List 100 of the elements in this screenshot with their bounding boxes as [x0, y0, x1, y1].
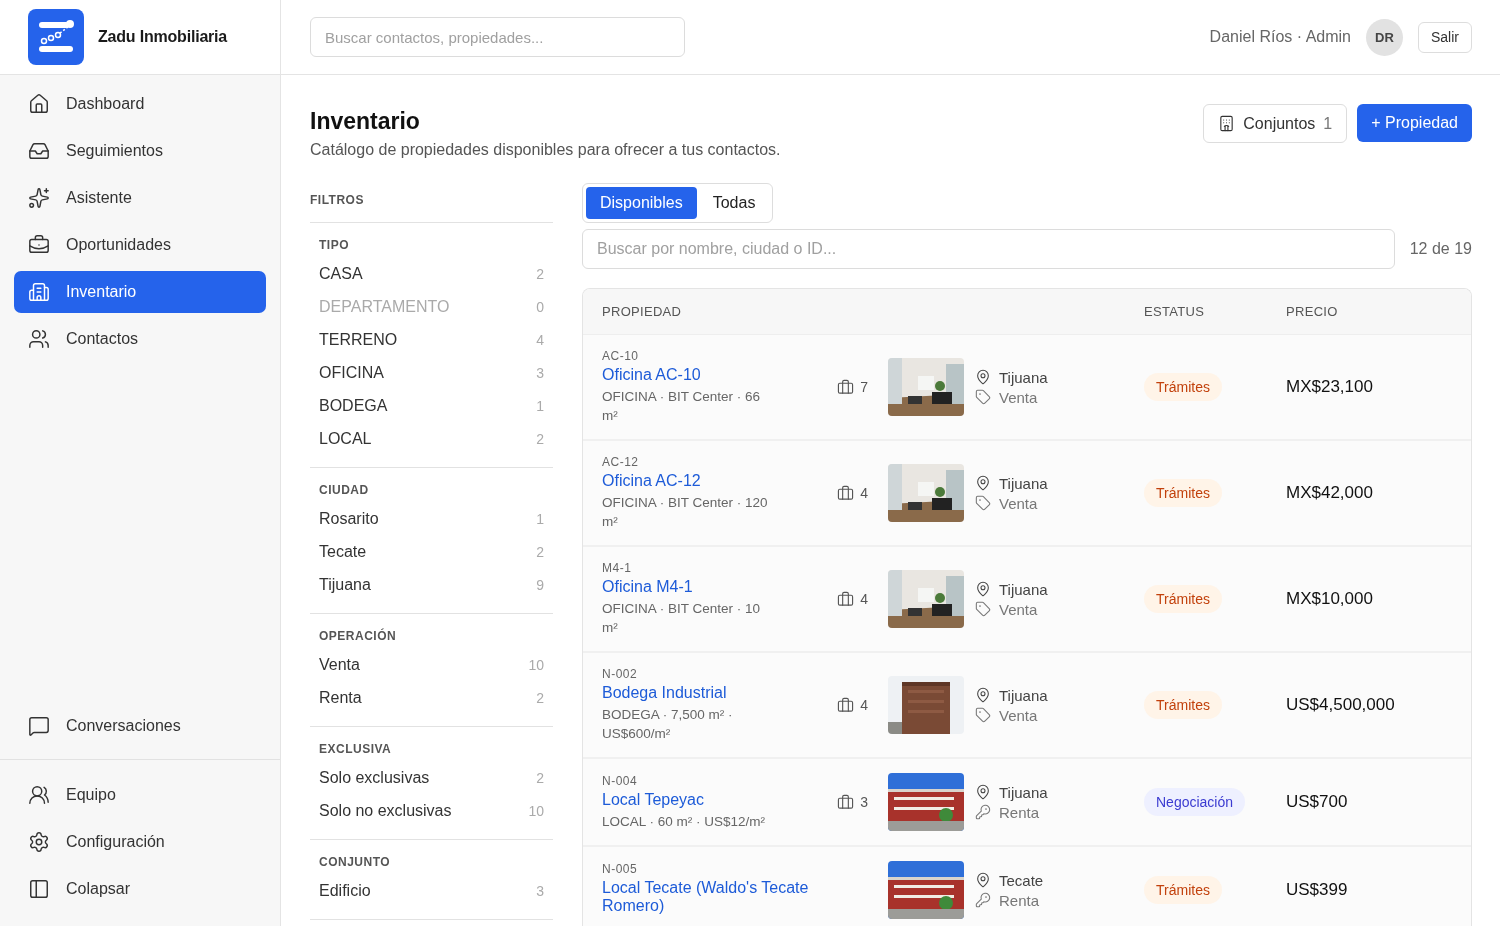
property-id: AC-12: [602, 455, 640, 469]
filter-option[interactable]: Rosarito: [319, 509, 379, 528]
property-meta: OFICINA · BIT Center · 120 m²: [602, 494, 769, 531]
map-pin-icon: [975, 475, 991, 491]
filter-option[interactable]: TERRENO: [319, 330, 398, 349]
add-property-button[interactable]: + Propiedad: [1357, 104, 1472, 142]
property-link[interactable]: Oficina AC-12: [602, 472, 830, 490]
property-link[interactable]: Local Tepeyac: [602, 790, 830, 809]
city: Tijuana: [999, 580, 1048, 598]
building-icon: [28, 281, 50, 303]
column-header: PRECIO: [1286, 304, 1339, 319]
price: US$700: [1286, 792, 1349, 812]
filter-option[interactable]: Renta: [319, 688, 362, 707]
filter-count: 3: [536, 364, 544, 381]
filter-count: 2: [536, 689, 544, 706]
chat-icon: [28, 715, 50, 737]
operation: Renta: [999, 803, 1040, 821]
logo-icon: [28, 9, 84, 65]
opportunity-count: 3: [860, 794, 868, 810]
panel-icon: [28, 878, 50, 900]
opportunity-count: 7: [860, 379, 868, 395]
table-search-field[interactable]: Buscar por nombre, ciudad o ID...: [582, 229, 1395, 269]
property-meta: LOCAL · 60 m² · US$12/m²: [602, 812, 767, 831]
logout-button[interactable]: Salir: [1418, 21, 1472, 53]
page-subtitle: Catálogo de propiedades disponibles para ofrecer a tus contactos.: [310, 141, 781, 159]
filter-count: 2: [536, 769, 544, 786]
property-id: N-002: [602, 667, 639, 681]
nav-item[interactable]: Colapsar: [14, 868, 266, 910]
property-link[interactable]: Local Tecate (Waldo's Tecate Romero): [602, 879, 868, 915]
property-id: N-004: [602, 773, 639, 788]
filters-title: FILTROS: [310, 183, 553, 223]
filter-count: 2: [536, 265, 544, 282]
filter-count: 2: [536, 543, 544, 560]
briefcase-icon: [837, 590, 855, 608]
filter-option[interactable]: Solo exclusivas: [319, 768, 430, 787]
price: MX$42,000: [1286, 483, 1374, 503]
column-header: ESTATUS: [1144, 304, 1206, 319]
sets-button[interactable]: Conjuntos 1: [1203, 104, 1348, 143]
filter-option[interactable]: BODEGA: [319, 396, 388, 415]
nav-item[interactable]: Conversaciones: [14, 705, 266, 747]
operation: Venta: [999, 600, 1038, 618]
operation: Venta: [999, 388, 1038, 406]
property-link[interactable]: Bodega Industrial: [602, 684, 830, 702]
filter-group-title: OPERACIÓN: [319, 629, 398, 643]
filter-option[interactable]: OFICINA: [319, 363, 384, 382]
nav-item[interactable]: Seguimientos: [14, 130, 266, 172]
avatar[interactable]: DR: [1366, 18, 1403, 56]
price: US$399: [1286, 880, 1349, 900]
nav-item[interactable]: Contactos: [14, 318, 266, 360]
filter-option[interactable]: Edificio: [319, 881, 371, 900]
settings-icon: [28, 831, 50, 853]
opportunity-count: 4: [860, 485, 868, 501]
filter-option[interactable]: LOCAL: [319, 429, 372, 448]
nav-item[interactable]: Asistente: [14, 177, 266, 219]
price: MX$23,100: [1286, 377, 1374, 397]
filter-count: 4: [536, 331, 544, 348]
status-badge: Trámites: [1144, 691, 1222, 719]
users-icon: [28, 328, 50, 350]
filter-count: 10: [528, 802, 544, 819]
status-badge: Trámites: [1144, 479, 1222, 507]
city: Tijuana: [999, 368, 1048, 386]
nav-item[interactable]: Equipo: [14, 774, 266, 816]
property-link[interactable]: Oficina M4-1: [602, 578, 830, 596]
tab[interactable]: Todas: [698, 187, 770, 219]
property-id: M4-1: [602, 561, 633, 575]
filter-count: 9: [536, 576, 544, 593]
property-meta: OFICINA · BIT Center · 10 m²: [602, 600, 762, 637]
opportunity-count: 4: [860, 697, 868, 713]
nav-item[interactable]: Dashboard: [14, 83, 266, 125]
filter-option[interactable]: Tijuana: [319, 575, 371, 594]
brand-name: Zadu Inmobiliaria: [98, 28, 228, 46]
user-name: Daniel Ríos · Admin: [1209, 28, 1351, 46]
filter-option[interactable]: Tecate: [319, 542, 367, 561]
price: US$4,500,000: [1286, 695, 1396, 715]
search-field[interactable]: Buscar contactos, propiedades...: [310, 17, 685, 57]
map-pin-icon: [975, 369, 991, 385]
map-pin-icon: [975, 687, 991, 703]
briefcase-icon: [837, 484, 855, 502]
home-icon: [28, 93, 50, 115]
nav-item[interactable]: Configuración: [14, 821, 266, 863]
property-link[interactable]: Oficina AC-10: [602, 366, 830, 384]
operation: Venta: [999, 494, 1038, 512]
filter-count: 1: [536, 510, 544, 527]
status-badge: Trámites: [1144, 585, 1222, 613]
nav-item[interactable]: Oportunidades: [14, 224, 266, 266]
filter-group-title: TIPO: [319, 238, 350, 252]
briefcase-icon: [28, 234, 50, 256]
filter-option[interactable]: Solo no exclusivas: [319, 801, 452, 820]
filter-option[interactable]: Venta: [319, 655, 360, 674]
city: Tijuana: [999, 783, 1048, 801]
column-header: PROPIEDAD: [602, 304, 683, 319]
inbox-icon: [28, 140, 50, 162]
filter-option[interactable]: CASA: [319, 264, 363, 283]
filter-group-title: EXCLUSIVA: [319, 742, 393, 756]
tab[interactable]: Disponibles: [586, 187, 697, 219]
status-badge: Trámites: [1144, 373, 1222, 401]
filter-count: 3: [536, 882, 544, 899]
map-pin-icon: [975, 872, 991, 888]
nav-item[interactable]: Inventario: [14, 271, 266, 313]
sparkles-icon: [28, 187, 50, 209]
